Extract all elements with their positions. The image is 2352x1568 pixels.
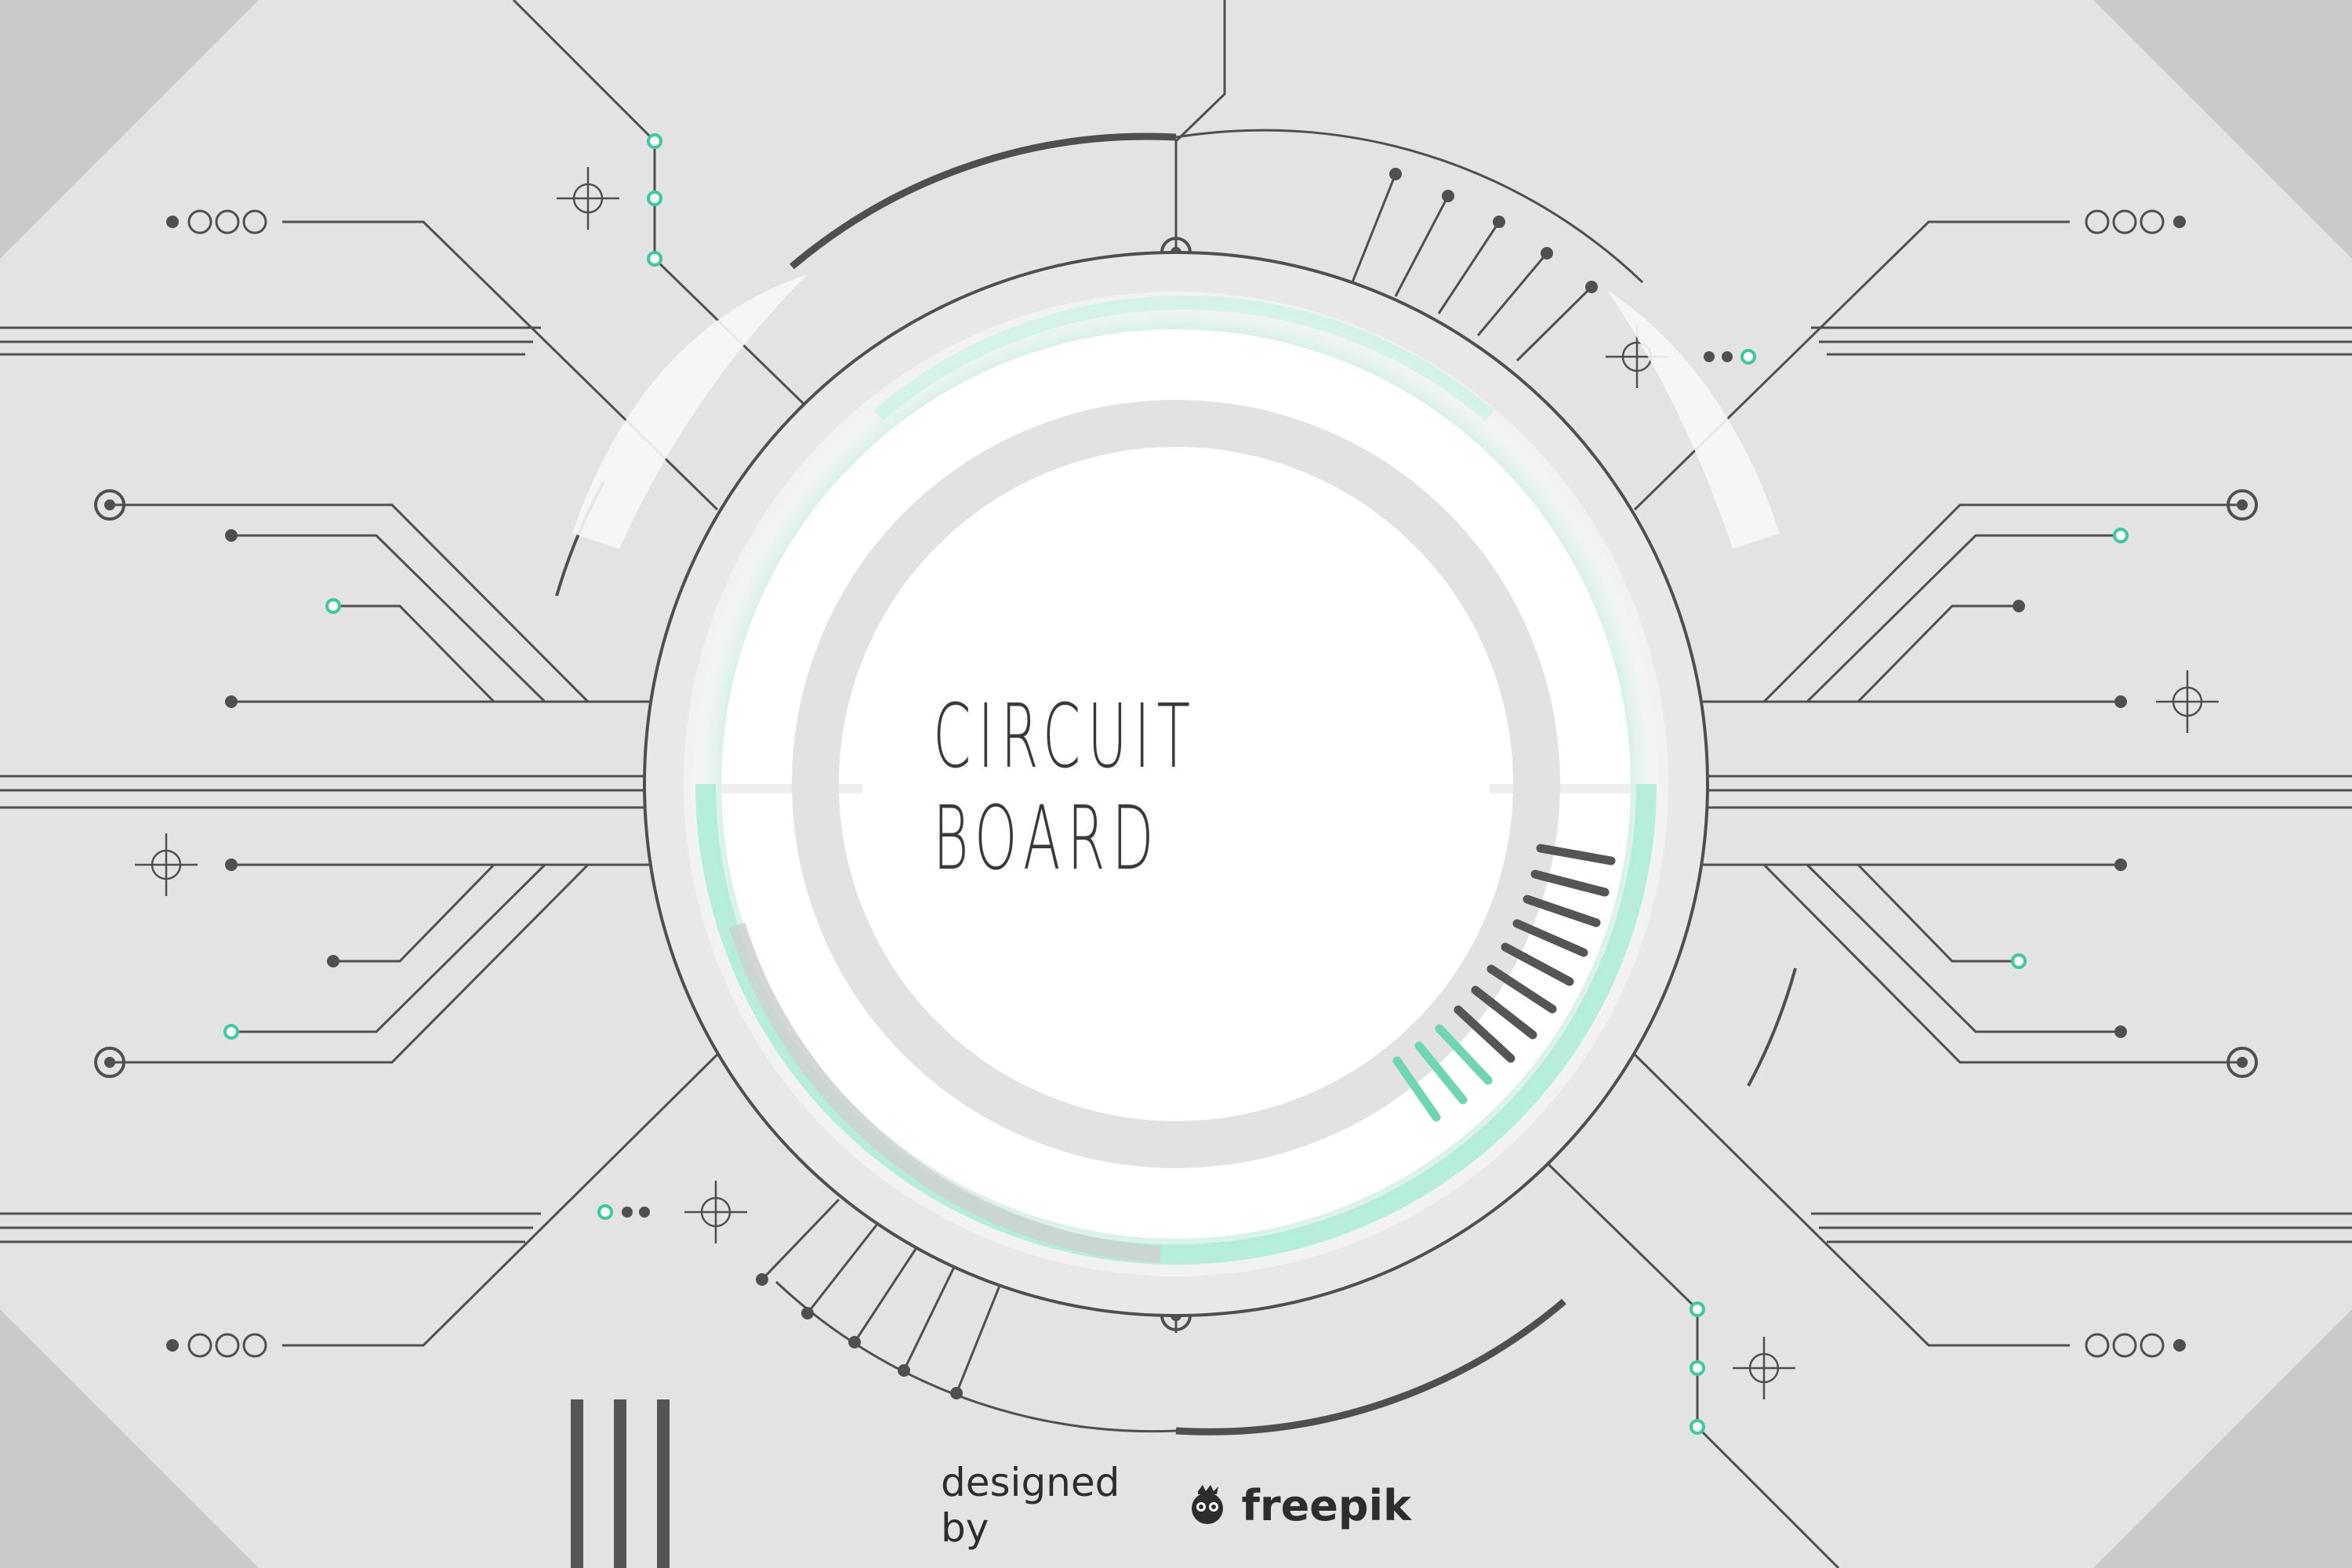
page-title: CIRCUIT BOARD [933, 686, 1197, 890]
credit-prefix: designed by [941, 1460, 1120, 1551]
credit-line: designed by freepik [941, 1460, 1411, 1551]
freepik-logo-icon [1184, 1482, 1231, 1529]
circuit-board-artwork: CIRCUIT BOARD designed by freepik [0, 0, 2352, 1568]
credit-brand: freepik [1241, 1480, 1411, 1530]
